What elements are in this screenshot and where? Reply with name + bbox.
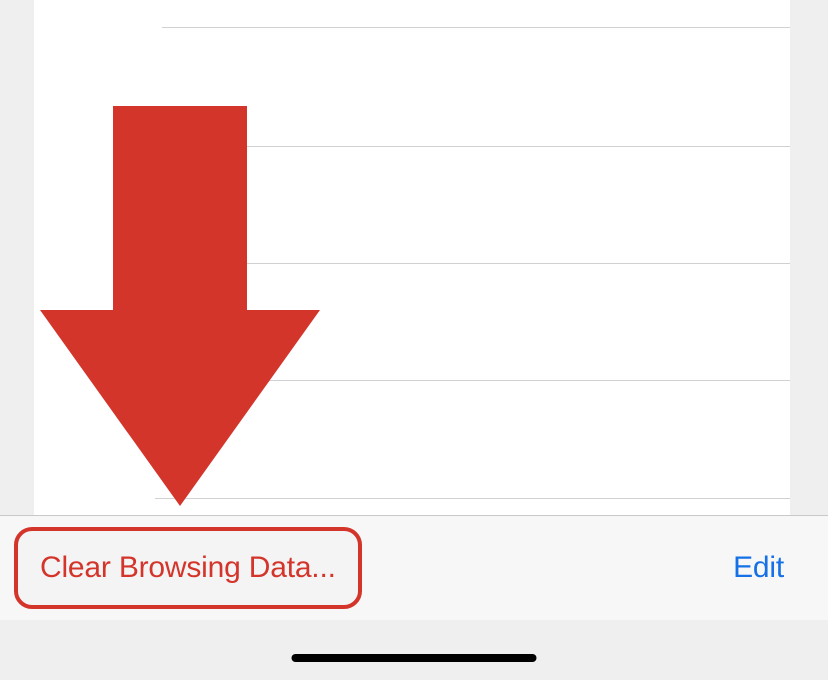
edit-button[interactable]: Edit (733, 551, 784, 585)
list-separator (155, 263, 790, 264)
list-separator (155, 146, 790, 147)
home-indicator[interactable] (292, 654, 537, 662)
content-list-area[interactable] (34, 0, 790, 515)
clear-browsing-data-button[interactable]: Clear Browsing Data... (14, 527, 362, 609)
bottom-toolbar: Clear Browsing Data... Edit (0, 515, 828, 620)
list-container (34, 0, 790, 515)
list-separator (162, 27, 790, 28)
list-separator (155, 380, 790, 381)
list-separator (155, 498, 790, 499)
